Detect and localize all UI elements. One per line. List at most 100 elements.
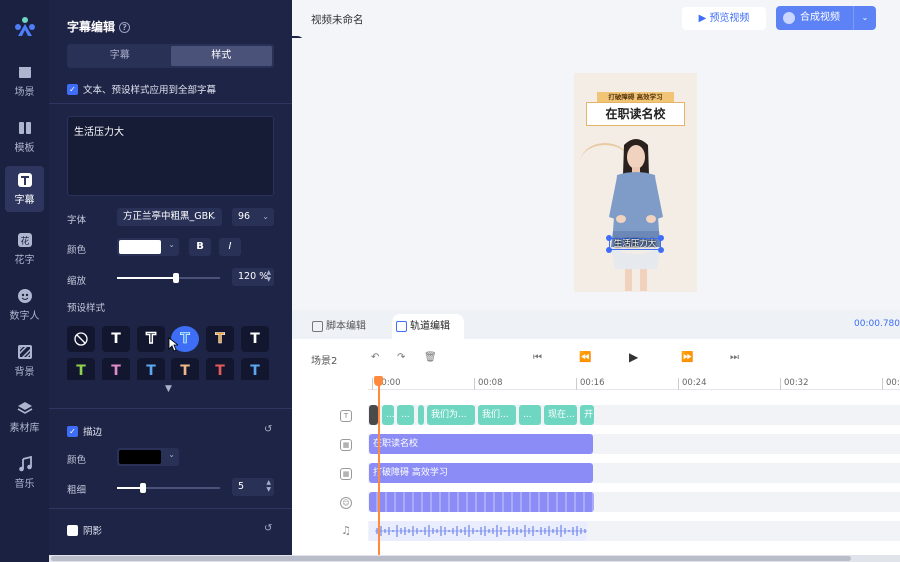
thickness-slider[interactable]	[117, 483, 220, 493]
shadow-checkbox[interactable]	[67, 524, 78, 536]
text-color-picker[interactable]: ⌄	[117, 238, 179, 256]
stroke-row[interactable]: ✓ 描边	[67, 424, 102, 438]
tab-subtitle[interactable]: 字幕	[69, 46, 171, 66]
chevron-down-icon[interactable]: ⌄	[853, 6, 876, 30]
reset-icon[interactable]: ↺	[264, 524, 274, 534]
rail-item-subtitle[interactable]: 字幕	[5, 166, 44, 212]
scrollbar-thumb[interactable]	[51, 556, 851, 561]
scene-label: 场景2	[311, 356, 338, 367]
reset-icon[interactable]: ↺	[264, 425, 274, 435]
banner-title[interactable]: 在职读名校	[586, 102, 685, 126]
subtitle-clip[interactable]: 我们...	[478, 405, 516, 425]
playhead[interactable]	[378, 378, 380, 562]
digital-presenter-figure[interactable]	[605, 135, 667, 292]
tab-script-edit[interactable]: 脚本编辑	[308, 314, 366, 339]
redo-icon[interactable]: ↷	[397, 352, 405, 363]
rail-item-background[interactable]: 背景	[5, 338, 44, 384]
tab-style[interactable]: 样式	[170, 46, 272, 66]
rail-item-library[interactable]: 素材库	[5, 394, 44, 440]
preset-none[interactable]	[67, 326, 95, 352]
thickness-input[interactable]: 5 ▲ ▼	[232, 478, 274, 496]
horizontal-scrollbar[interactable]	[49, 555, 900, 562]
subtitle-clip[interactable]	[369, 405, 378, 425]
resize-handle[interactable]	[606, 235, 612, 241]
preset-style[interactable]: T	[102, 326, 130, 352]
text-clip[interactable]: 打破障碍 高效学习	[369, 463, 593, 483]
subtitle-clip[interactable]: ...	[382, 405, 394, 425]
preview-video-button[interactable]: ▶ 预览视频	[682, 7, 766, 30]
play-button[interactable]: ▶	[629, 350, 638, 364]
stepper-icon[interactable]: ▲ ▼	[266, 269, 271, 283]
text-track-icon: ▦	[340, 468, 352, 480]
resize-handle[interactable]	[658, 235, 664, 241]
rail-item-digital-human[interactable]: 数字人	[5, 282, 44, 328]
apply-all-row[interactable]: ✓ 文本、预设样式应用到全部字幕	[67, 82, 216, 96]
scale-slider[interactable]	[117, 273, 220, 283]
preset-style[interactable]: T	[67, 358, 95, 380]
ruler-tick	[882, 378, 883, 390]
text-clip[interactable]: 在职读名校	[369, 434, 593, 454]
resize-handle[interactable]	[606, 247, 612, 253]
undo-icon[interactable]: ↶	[371, 352, 379, 363]
video-title[interactable]: 视频未命名	[311, 12, 364, 27]
left-rail: 场景 模板 字幕 花 花字 数字人 背景 素材库 音乐	[0, 0, 49, 562]
rail-item-fancy-text[interactable]: 花 花字	[5, 226, 44, 272]
fast-forward-icon[interactable]: ⏩	[681, 352, 693, 363]
preset-style[interactable]: T	[137, 358, 165, 380]
subtitle-clip[interactable]	[418, 405, 424, 425]
preset-style[interactable]: T	[241, 358, 269, 380]
digital-human-clip[interactable]	[369, 492, 594, 512]
subtitle-caption[interactable]: 生活压力大	[609, 238, 661, 250]
compose-video-button[interactable]: 合成视频 ⌄	[776, 6, 876, 30]
font-label: 字体	[67, 215, 87, 226]
panel-tabs: 字幕 样式	[67, 44, 274, 68]
preset-style[interactable]: T	[137, 326, 165, 352]
timeline-ruler[interactable]: 00:00 00:08 00:16 00:24 00:32 00:4	[368, 376, 900, 390]
rail-item-music[interactable]: 音乐	[5, 450, 44, 496]
resize-handle[interactable]	[658, 247, 664, 253]
scale-slider-fill	[117, 277, 176, 279]
skip-start-icon[interactable]: ⏮	[533, 352, 542, 363]
preset-style[interactable]: T	[206, 358, 234, 380]
scale-input[interactable]: 120 % ▲ ▼	[232, 268, 274, 286]
preset-style[interactable]: T	[206, 326, 234, 352]
thickness-slider-handle[interactable]	[139, 483, 146, 493]
track-icon	[396, 321, 407, 332]
skip-end-icon[interactable]: ⏭	[730, 352, 739, 363]
preset-style[interactable]: T	[171, 358, 199, 380]
shadow-row[interactable]: 阴影	[67, 523, 102, 537]
italic-button[interactable]: I	[219, 238, 241, 256]
preset-style[interactable]: T	[102, 358, 130, 380]
font-select[interactable]: 方正兰亭中粗黑_GBK ⌄	[117, 208, 222, 226]
subtitle-clip[interactable]: 我们为...	[427, 405, 475, 425]
font-size-select[interactable]: 96 ⌄	[232, 208, 274, 226]
subtitle-clip[interactable]: ...	[519, 405, 541, 425]
preset-glyph: T	[180, 363, 190, 379]
tab-track-edit[interactable]: 轨道编辑	[392, 314, 464, 339]
rewind-icon[interactable]: ⏪	[579, 352, 591, 363]
rail-item-label: 素材库	[9, 423, 40, 434]
subtitle-clip[interactable]: 现在...	[544, 405, 577, 425]
app-logo-icon[interactable]	[12, 14, 38, 40]
stroke-color-picker[interactable]: ⌄	[117, 448, 179, 466]
stepper-icon[interactable]: ▲ ▼	[266, 479, 271, 493]
bold-button[interactable]: B	[189, 238, 211, 256]
subtitle-text-input[interactable]: 生活压力大	[67, 116, 274, 196]
audio-clip[interactable]	[369, 521, 587, 541]
trash-icon[interactable]: 🗑	[424, 352, 437, 363]
apply-all-checkbox[interactable]: ✓	[67, 83, 78, 95]
scale-slider-handle[interactable]	[172, 273, 179, 283]
preset-style[interactable]: T	[241, 326, 269, 352]
text-t-icon	[17, 173, 32, 187]
stroke-checkbox[interactable]: ✓	[67, 425, 78, 437]
digital-human-icon	[17, 289, 32, 303]
chevron-down-icon: ⌄	[262, 212, 269, 221]
rail-item-template[interactable]: 模板	[5, 114, 44, 160]
help-icon[interactable]: ?	[119, 22, 131, 33]
expand-presets-icon[interactable]: ▼	[165, 384, 172, 394]
video-preview[interactable]: 打破障碍 高效学习 在职读名校 生活压力大	[574, 73, 697, 292]
subtitle-clip[interactable]: 开	[580, 405, 594, 425]
subtitle-clip[interactable]: ...	[397, 405, 414, 425]
rail-item-scene[interactable]: 场景	[5, 58, 44, 104]
no-style-icon	[74, 332, 88, 346]
